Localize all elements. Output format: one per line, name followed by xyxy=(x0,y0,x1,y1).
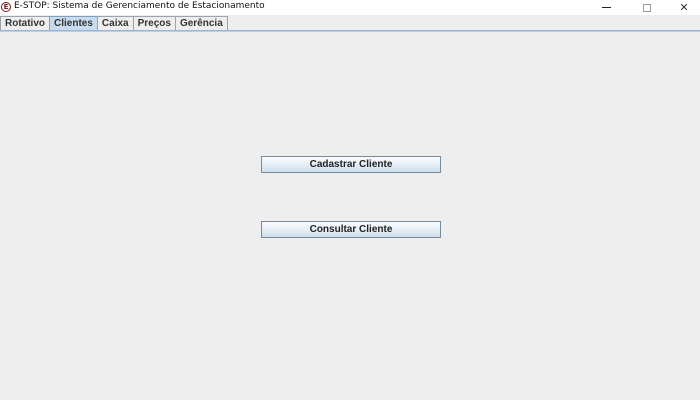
tab-strip: Rotativo Clientes Caixa Preços Gerência xyxy=(0,16,228,30)
minimize-icon xyxy=(601,7,611,8)
close-icon: ✕ xyxy=(679,1,689,14)
tab-caixa[interactable]: Caixa xyxy=(96,16,134,30)
tab-gerencia[interactable]: Gerência xyxy=(174,16,228,30)
search-client-button[interactable]: Consultar Cliente xyxy=(261,221,441,238)
clientes-panel: Cadastrar Cliente Consultar Cliente xyxy=(0,32,700,400)
tab-clientes[interactable]: Clientes xyxy=(49,16,98,30)
close-button[interactable]: ✕ xyxy=(668,0,700,15)
title-bar: E E-STOP: Sistema de Gerenciamento de Es… xyxy=(0,0,700,15)
minimize-button[interactable] xyxy=(586,0,626,15)
window-title: E-STOP: Sistema de Gerenciamento de Esta… xyxy=(14,1,265,11)
maximize-icon xyxy=(643,3,651,12)
register-client-button[interactable]: Cadastrar Cliente xyxy=(261,156,441,173)
tab-bar: Rotativo Clientes Caixa Preços Gerência xyxy=(0,15,700,31)
tab-precos[interactable]: Preços xyxy=(132,16,176,30)
maximize-button[interactable] xyxy=(627,0,667,15)
app-logo-icon: E xyxy=(1,2,11,12)
tab-rotativo[interactable]: Rotativo xyxy=(0,16,50,30)
